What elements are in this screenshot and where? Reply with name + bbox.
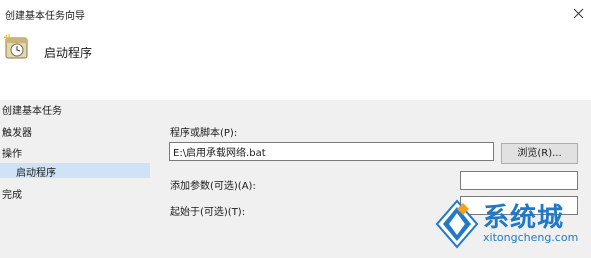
args-input[interactable] [460, 171, 578, 190]
step-trigger[interactable]: 触发器 [2, 124, 32, 139]
step-label: 完成 [2, 190, 22, 201]
close-icon [573, 8, 583, 18]
program-input[interactable] [169, 142, 494, 161]
window-title: 创建基本任务向导 [5, 11, 85, 22]
program-label: 程序或脚本(P): [170, 128, 238, 139]
step-finish[interactable]: 完成 [2, 186, 22, 201]
step-label: 触发器 [2, 128, 32, 139]
step-label: 启动程序 [16, 168, 56, 179]
brand-name-cn: 系统城 [483, 203, 565, 233]
step-create-basic-task[interactable]: 创建基本任务 [2, 102, 62, 117]
watermark: 系统城 xitongcheng.com [431, 195, 591, 258]
step-label: 创建基本任务 [2, 106, 62, 117]
wizard-header: 启动程序 [0, 26, 591, 100]
step-label: 操作 [2, 149, 22, 160]
step-start-program[interactable]: 启动程序 [0, 163, 150, 179]
args-label: 添加参数(可选)(A): [170, 181, 256, 192]
brand-logo-icon [435, 199, 479, 249]
brand-name-en: xitongcheng.com [483, 231, 579, 244]
step-action[interactable]: 操作 [2, 145, 22, 160]
browse-button[interactable]: 浏览(R)... [501, 143, 578, 164]
start-in-label: 起始于(可选)(T): [170, 207, 246, 218]
title-bar: 创建基本任务向导 [0, 0, 591, 26]
page-title: 启动程序 [44, 46, 93, 60]
task-clock-icon [3, 34, 28, 59]
wizard-steps-sidebar: 创建基本任务 触发器 操作 启动程序 完成 [0, 100, 152, 258]
close-button[interactable] [567, 2, 589, 24]
